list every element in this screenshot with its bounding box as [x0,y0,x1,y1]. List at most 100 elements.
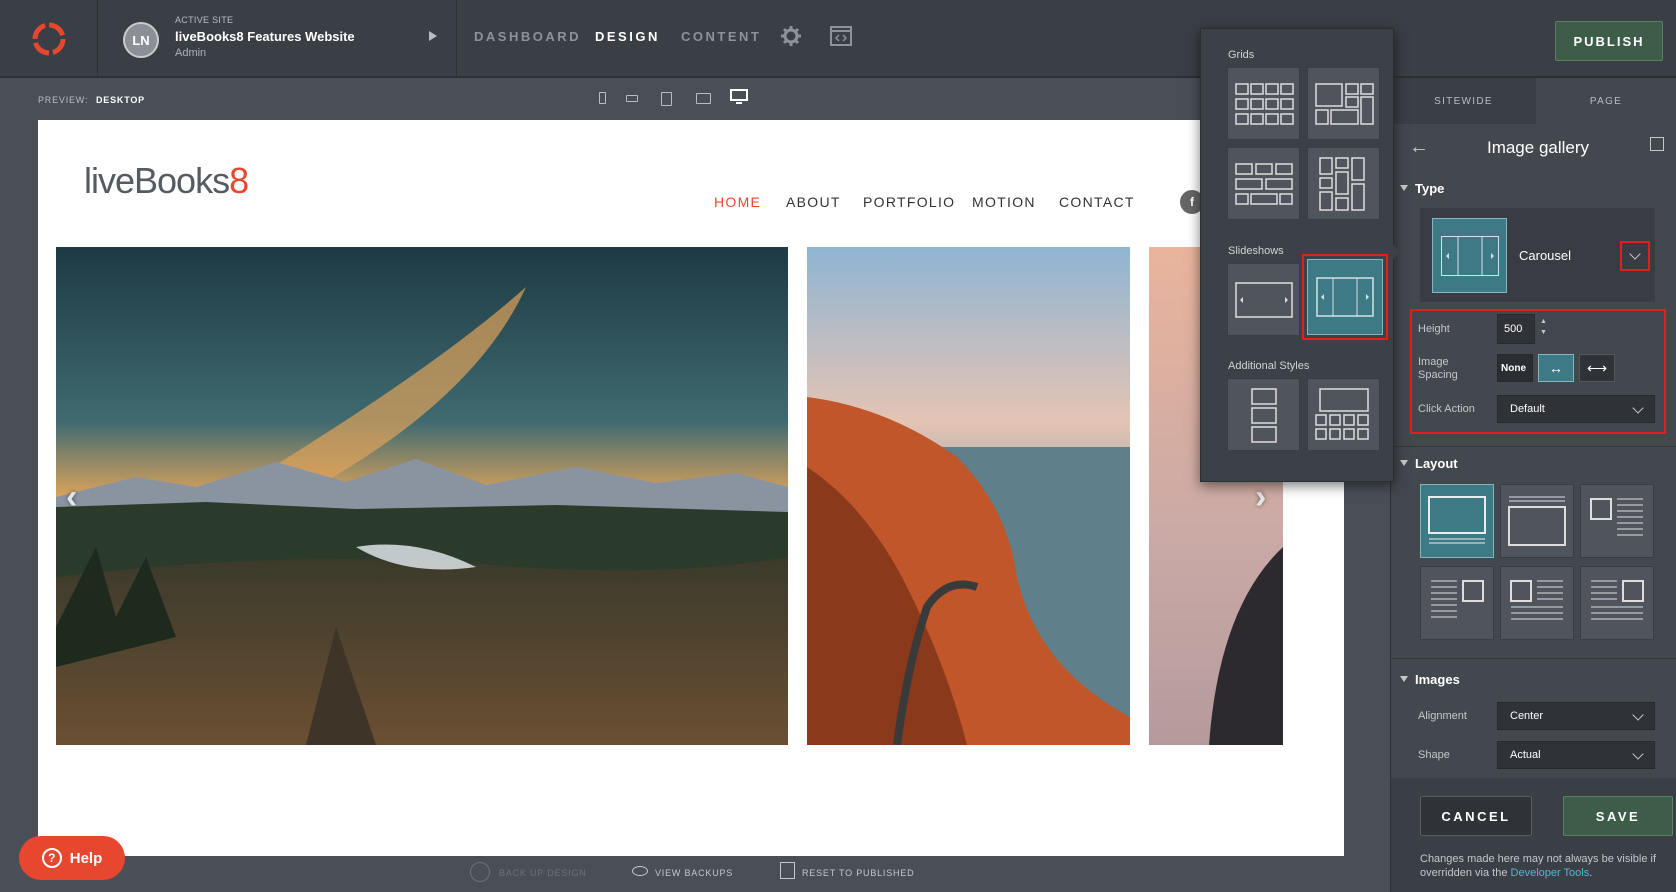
nav-design[interactable]: DESIGN [595,29,660,44]
site-logo-text: liveBooks [84,160,230,201]
preview-bar [0,80,1300,120]
site-logo[interactable]: liveBooks8 [84,160,249,202]
layout-option-6[interactable] [1580,566,1654,640]
divider [1391,446,1676,447]
height-label: Height [1418,323,1450,335]
layout-option-5[interactable] [1500,566,1574,640]
alignment-label: Alignment [1418,710,1467,722]
type-section-title: Type [1415,181,1445,196]
height-stepper-icon[interactable]: ▲ ▼ [1540,316,1547,338]
carousel-type-thumb [1432,218,1507,293]
layout-section-title: Layout [1415,456,1458,471]
preview-label: PREVIEW: [38,95,89,105]
preview-value: DESKTOP [96,95,145,105]
panel-note: Changes made here may not always be visi… [1420,852,1672,880]
shape-label: Shape [1418,749,1450,761]
active-site-caption: ACTIVE SITE [175,15,234,25]
image-spacing-label-1: Image [1418,356,1449,368]
shape-select[interactable]: Actual [1497,741,1655,769]
carousel-next-icon[interactable]: › [1255,478,1266,517]
layout-collapse-icon[interactable] [1400,460,1408,466]
question-icon: ? [41,848,62,868]
app-logo[interactable] [0,0,98,78]
menu-motion[interactable]: MOTION [972,194,1036,210]
gear-icon[interactable] [780,25,802,52]
app-logo-icon [32,22,65,56]
site-role: Admin [175,47,207,59]
help-button[interactable]: ? Help [19,836,125,880]
spacing-none-button[interactable]: None [1497,354,1533,382]
site-logo-number: 8 [229,160,249,201]
device-desktop-icon[interactable] [730,89,748,110]
view-backups-button[interactable]: VIEW BACKUPS [655,868,733,878]
active-site-selector[interactable]: LN ACTIVE SITE liveBooks8 Features Websi… [99,0,457,78]
help-label: Help [69,849,103,867]
nav-dashboard[interactable]: DASHBOARD [474,29,581,44]
avatar: LN [123,22,159,58]
type-value: Carousel [1519,248,1572,263]
device-phone-landscape-icon[interactable] [626,95,638,102]
eye-icon [632,866,648,876]
publish-button[interactable]: PUBLISH [1555,21,1663,61]
additional-styles-heading: Additional Styles [1228,360,1310,372]
cancel-button[interactable]: CANCEL [1420,796,1532,836]
spacing-large-button[interactable]: ⟷ [1579,354,1615,382]
panel-note-end: . [1589,867,1593,879]
grid-style-1[interactable] [1227,67,1300,140]
layout-option-3[interactable] [1580,484,1654,558]
type-dropdown-button[interactable] [1620,241,1650,271]
nav-content[interactable]: CONTENT [681,29,761,44]
grid-style-4[interactable] [1307,147,1380,220]
flyout-pointer [1393,245,1400,259]
alignment-value: Center [1510,710,1544,722]
tab-page[interactable]: PAGE [1536,78,1676,124]
click-action-value: Default [1510,403,1545,415]
device-tablet-landscape-icon[interactable] [696,93,711,104]
save-button[interactable]: SAVE [1563,796,1673,836]
image-spacing-label: Image Spacing [1418,356,1458,382]
click-action-label: Click Action [1418,403,1475,415]
spacing-small-button[interactable]: ↔ [1538,354,1574,382]
type-collapse-icon[interactable] [1400,185,1408,191]
reset-to-published-button[interactable]: RESET TO PUBLISHED [802,868,914,878]
divider [1391,658,1676,659]
alignment-select[interactable]: Center [1497,702,1655,730]
click-action-select[interactable]: Default [1497,395,1655,423]
back-up-design-button[interactable]: BACK UP DESIGN [499,868,587,878]
images-section-title: Images [1415,672,1460,687]
gallery-icon[interactable] [1650,137,1664,151]
menu-about[interactable]: ABOUT [786,194,841,210]
site-name: liveBooks8 Features Website [175,29,355,44]
grid-style-3[interactable] [1227,147,1300,220]
developer-tools-link[interactable]: Developer Tools [1511,867,1590,879]
menu-contact[interactable]: CONTACT [1059,194,1135,210]
reset-icon [780,862,795,879]
layout-option-4[interactable] [1420,566,1494,640]
carousel-image-coast[interactable] [807,247,1130,745]
layout-option-2[interactable] [1500,484,1574,558]
shape-value: Actual [1510,749,1541,761]
menu-home[interactable]: HOME [714,194,761,210]
menu-portfolio[interactable]: PORTFOLIO [863,194,955,210]
additional-style-stack[interactable] [1227,378,1300,451]
grids-heading: Grids [1228,49,1255,61]
backup-icon [470,862,490,882]
carousel-image-mountains[interactable] [56,247,788,745]
slideshow-style-single[interactable] [1227,263,1300,336]
back-arrow-icon[interactable]: ← [1409,136,1429,159]
additional-style-feature-grid[interactable] [1307,378,1380,451]
slideshow-style-carousel[interactable] [1307,259,1383,335]
tab-sitewide[interactable]: SITEWIDE [1391,78,1536,124]
images-collapse-icon[interactable] [1400,676,1408,682]
site-expand-arrow-icon[interactable] [429,31,437,41]
layout-option-1[interactable] [1420,484,1494,558]
slideshows-heading: Slideshows [1228,245,1284,257]
code-editor-icon[interactable] [830,26,852,51]
height-input[interactable]: 500 [1497,314,1535,344]
device-tablet-portrait-icon[interactable] [661,92,672,106]
device-phone-portrait-icon[interactable] [599,92,606,104]
grid-style-2[interactable] [1307,67,1380,140]
image-spacing-label-2: Spacing [1418,369,1458,381]
panel-title: Image gallery [1486,138,1590,157]
carousel-prev-icon[interactable]: ‹ [66,478,77,517]
